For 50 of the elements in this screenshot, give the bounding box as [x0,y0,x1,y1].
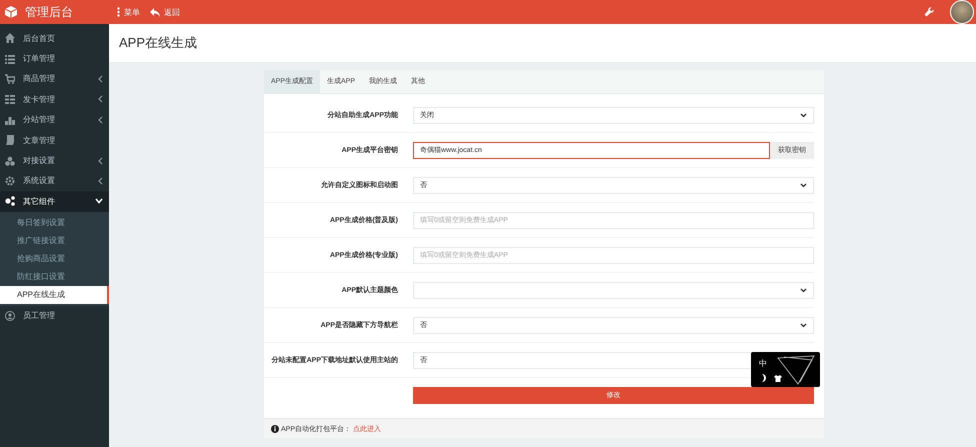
info-icon [271,424,279,432]
brand-title: 管理后台 [25,4,73,20]
cart-icon [5,74,15,84]
submenu-item[interactable]: 推广链接设置 [0,232,107,250]
submenu-item[interactable]: 抢购商品设置 [0,250,107,268]
chevron-down-icon [800,322,807,328]
home-icon [5,33,15,44]
chevron-left-icon [98,116,103,124]
user-icon [5,310,15,321]
back-link[interactable]: 返回 [150,6,180,18]
menu-link[interactable]: 菜单 [117,6,140,18]
sidebar-item[interactable]: 发卡管理 [0,89,109,110]
select-field[interactable] [413,282,814,298]
chevron-down-icon [95,198,103,204]
sidebar-item[interactable]: 其它组件 [0,191,109,212]
wrench-icon [924,7,934,17]
triangle-icon [776,354,816,386]
chevron-left-icon [98,156,103,165]
sidebar-item[interactable]: 分站管理 [0,110,109,130]
table-icon [5,94,15,104]
sidebar-item[interactable]: 商品管理 [0,68,109,90]
sidebar-item[interactable]: 后台首页 [0,28,109,48]
chevron-down-icon [800,288,807,292]
avatar[interactable] [950,0,974,24]
submenu-item[interactable]: APP在线生成 [0,286,109,304]
chevron-down-icon [800,112,807,118]
cluster-icon [5,156,15,166]
list-icon [5,54,15,64]
document-icon [5,135,15,146]
chevron-left-icon [98,176,103,185]
shirt-icon [774,374,782,382]
sidebar-item[interactable]: 文章管理 [0,130,109,150]
chart-icon [5,114,15,125]
sidebar-item[interactable]: 系统设置 [0,170,109,192]
moon-icon [761,374,766,382]
gear-icon [5,176,15,186]
submenu-item[interactable]: 每日签到设置 [0,214,107,232]
ime-mode: 中 [759,358,767,369]
sidebar-item[interactable]: 员工管理 [0,306,109,326]
chevron-left-icon [98,74,103,83]
submenu-item[interactable]: 防红接口设置 [0,268,107,286]
dots-icon [117,7,120,17]
reply-icon [150,8,160,16]
nodes-icon [5,196,15,206]
cube-icon [5,6,17,18]
sidebar-item[interactable]: 订单管理 [0,48,109,69]
chevron-down-icon [800,182,807,188]
sidebar-item[interactable]: 对接设置 [0,150,109,171]
page-title: APP在线生成 [119,34,198,52]
chevron-left-icon [98,95,103,104]
